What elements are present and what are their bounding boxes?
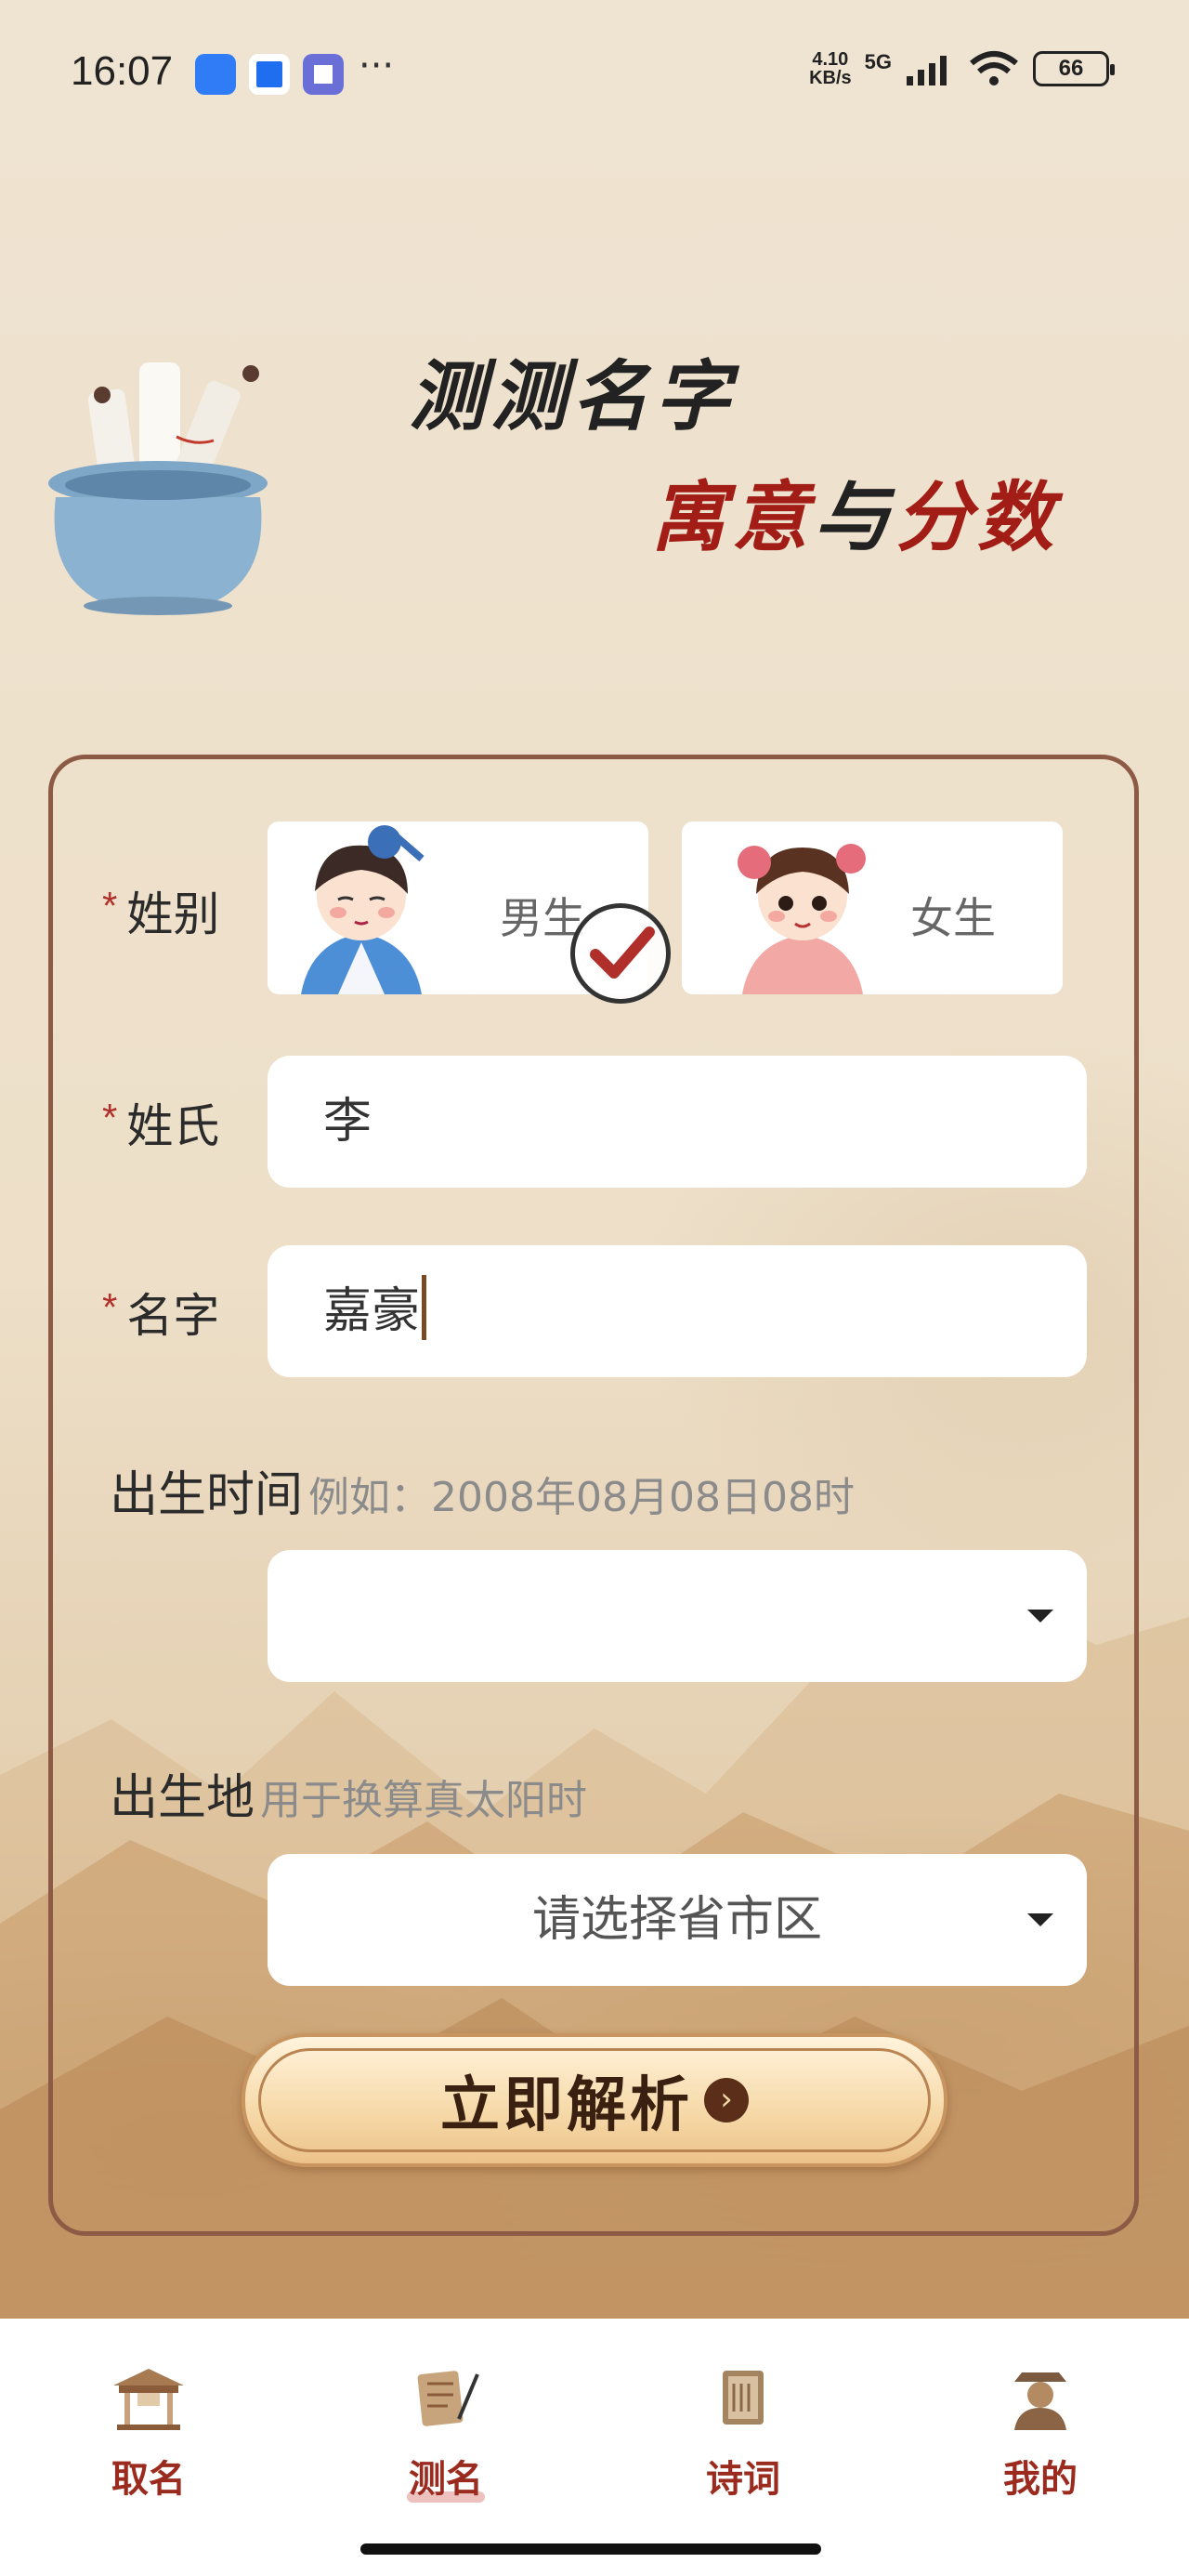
analyze-button[interactable]: 立即解析 › [242, 2033, 947, 2167]
status-time: 16:07 [71, 48, 174, 94]
surname-label: * 姓氏 [102, 1096, 220, 1152]
net-speed: 4.10 KB/s [809, 49, 852, 88]
book-icon [723, 2371, 764, 2425]
tab-mine[interactable]: 我的 [947, 2365, 1133, 2503]
birth-place-select[interactable]: 请选择省市区 [268, 1854, 1087, 1986]
page-title: 测测名字 [409, 352, 736, 441]
girl-illustration [738, 844, 882, 994]
dropdown-arrow-icon [1027, 1913, 1053, 1926]
bottom-tab-bar: 取名 测名 诗词 我的 [0, 2319, 1189, 2576]
arrow-right-icon: › [704, 2078, 749, 2123]
tab-poetry[interactable]: 诗词 [650, 2365, 836, 2503]
pavilion-icon [113, 2369, 184, 2430]
browser-notification-icon [303, 54, 344, 95]
message-notification-icon [249, 54, 290, 95]
gender-female-option[interactable]: 女生 [682, 821, 1063, 994]
tab-poetry-label: 诗词 [706, 2458, 780, 2501]
dropdown-arrow-icon [1027, 1610, 1053, 1623]
boy-illustration [301, 825, 425, 994]
scholar-icon [1014, 2372, 1066, 2430]
tab-name-test-label: 测名 [409, 2458, 483, 2501]
network-type: 5G [864, 50, 892, 73]
app-notification-icon [195, 54, 236, 95]
gender-label: * 姓别 [102, 884, 220, 940]
given-name-input[interactable]: 嘉豪 [268, 1245, 1087, 1377]
wifi-icon [970, 51, 1018, 85]
battery-icon: 66 [1033, 51, 1115, 86]
tab-mine-label: 我的 [1003, 2458, 1078, 2501]
scroll-brush-icon [417, 2371, 479, 2426]
tab-naming[interactable]: 取名 [56, 2365, 242, 2503]
text-caret [422, 1275, 427, 1340]
birth-time-select[interactable] [268, 1550, 1087, 1682]
tab-naming-label: 取名 [111, 2458, 186, 2501]
birth-place-label: 出生地 用于换算真太阳时 [110, 1770, 588, 1826]
given-name-label: * 名字 [102, 1285, 220, 1342]
status-right: 4.10 KB/s 5G 66 [809, 49, 1115, 88]
birth-place-hint: 用于换算真太阳时 [260, 1777, 588, 1824]
gender-female-label: 女生 [910, 893, 996, 943]
page-subtitle: 寓意与分数 [650, 473, 1059, 562]
home-indicator[interactable] [360, 2543, 821, 2555]
surname-input[interactable]: 李 [268, 1056, 1087, 1188]
signal-icon [907, 56, 947, 85]
birth-time-label: 出生时间 例如：2008年08月08日08时 [110, 1467, 855, 1523]
birth-place-placeholder: 请选择省市区 [531, 1892, 822, 1948]
birth-time-hint: 例如：2008年08月08日08时 [308, 1474, 855, 1521]
more-notifications-icon: ··· [359, 45, 395, 87]
scroll-jar-icon [48, 362, 268, 615]
selected-check-icon [570, 903, 671, 1004]
tab-name-test[interactable]: 测名 [353, 2365, 539, 2503]
status-bar: 16:07 ··· 4.10 KB/s 5G 66 [0, 0, 1189, 149]
